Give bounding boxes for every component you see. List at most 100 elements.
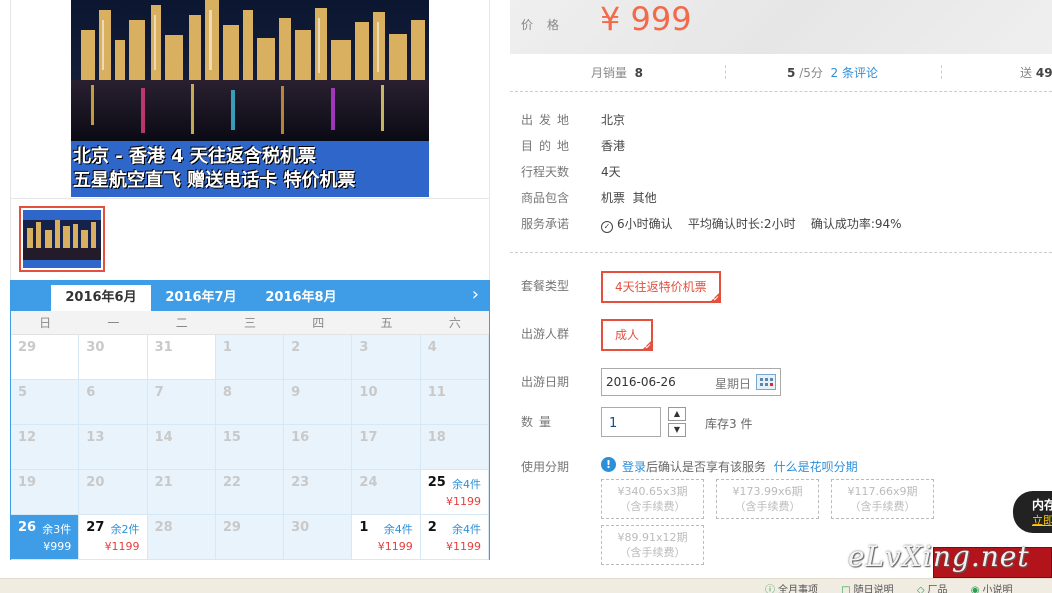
day-number: 24: [359, 475, 378, 490]
login-link[interactable]: 登录: [622, 460, 646, 474]
calendar-day[interactable]: 1 余4件 ¥1199: [352, 515, 421, 560]
duration-value: 4天: [601, 165, 621, 179]
footer-link[interactable]: ⓘ 全月事项: [765, 585, 828, 593]
day-number: 31: [154, 340, 173, 355]
floating-promo-tab[interactable]: 内存 立即: [1013, 491, 1052, 533]
day-stock: 余4件: [383, 523, 413, 536]
day-number: 1: [359, 520, 369, 535]
day-number: 13: [86, 430, 105, 445]
installment-option-6[interactable]: ¥173.99x6期 （含手续费）: [716, 479, 819, 519]
reviews-link[interactable]: 2 条评论: [831, 66, 878, 80]
installment-option-12[interactable]: ¥89.91x12期 （含手续费）: [601, 525, 704, 565]
quantity-value: 1: [609, 416, 618, 431]
calendar-day: 31: [147, 335, 216, 380]
calendar-day: 30: [284, 515, 353, 560]
day-number: 29: [222, 520, 241, 535]
calendar-day: 9: [284, 380, 353, 425]
points-value: 499: [1035, 66, 1052, 80]
quantity-input[interactable]: 1: [601, 407, 661, 437]
huabei-info-link[interactable]: 什么是花呗分期: [774, 460, 858, 474]
installment-note: （含手续费）: [734, 500, 801, 513]
site-watermark: eLvXing.net: [848, 540, 1030, 573]
package-label: 套餐类型: [521, 279, 570, 293]
promise-value: 6小时确认 平均确认时长:2小时 确认成功率:94%: [617, 217, 902, 231]
day-number: 16: [291, 430, 310, 445]
installment-option-9[interactable]: ¥117.66x9期 （含手续费）: [831, 479, 934, 519]
calendar-day[interactable]: 27 余2件 ¥1199: [79, 515, 148, 560]
calendar-day: 12: [11, 425, 80, 470]
calendar-day-selected[interactable]: 26 余3件 ¥999: [11, 515, 80, 560]
chevron-up-icon[interactable]: ▲: [668, 407, 686, 421]
info-circle-icon: ⓘ: [765, 585, 775, 593]
price-calendar: 2016年6月 2016年7月 2016年8月 › 日 一 二 三 四 五 六 …: [10, 280, 490, 560]
day-price: ¥1199: [445, 540, 481, 553]
calendar-day: 30: [79, 335, 148, 380]
thumbnail-1[interactable]: [19, 206, 105, 272]
day-number: 1: [222, 340, 232, 355]
day-number: 17: [359, 430, 378, 445]
day-price: ¥1199: [104, 540, 140, 553]
calendar-icon[interactable]: [756, 374, 776, 390]
installment-option-3[interactable]: ¥340.65x3期 （含手续费）: [601, 479, 704, 519]
day-price: ¥999: [43, 540, 72, 553]
day-number: 25: [427, 475, 446, 490]
duration-label: 行程天数: [521, 165, 570, 179]
calendar-day: 2: [284, 335, 353, 380]
day-number: 18: [427, 430, 446, 445]
departure-label: 出发地: [521, 113, 576, 127]
day-number: 30: [86, 340, 105, 355]
day-stock: 余4件: [451, 478, 481, 491]
day-number: 4: [427, 340, 437, 355]
points-label: 送: [1020, 66, 1033, 80]
package-option[interactable]: 4天往返特价机票: [601, 271, 721, 303]
floating-tab-line1: 内存: [1032, 498, 1052, 512]
calendar-day[interactable]: 25 余4件 ¥1199: [420, 470, 489, 515]
doc-icon: □: [841, 585, 851, 593]
caption-line-2: 五星航空直飞 赠送电话卡 特价机票: [73, 170, 356, 191]
weekday-label: 五: [380, 316, 393, 330]
tab-month-2[interactable]: 2016年7月: [156, 285, 246, 311]
installment-note: （含手续费）: [619, 500, 686, 513]
check-corner-icon: [710, 293, 719, 301]
price-label: 价格: [521, 18, 574, 32]
day-number: 26: [18, 520, 37, 535]
installment-note: （含手续费）: [619, 546, 686, 559]
calendar-day: 3: [352, 335, 421, 380]
monthly-sales: 月销量 8: [591, 64, 643, 81]
product-main-image[interactable]: 北京 - 香港 4 天往返含税机票 五星航空直飞 赠送电话卡 特价机票: [71, 0, 429, 197]
traveler-option[interactable]: 成人: [601, 319, 654, 351]
travel-date-input[interactable]: 2016-06-26 星期日: [601, 368, 781, 396]
day-number: 9: [291, 385, 301, 400]
day-number: 21: [154, 475, 173, 490]
footer-link[interactable]: ◉ 小说明: [971, 585, 1023, 593]
includes-value: 机票 其他: [601, 191, 657, 205]
tab-month-1[interactable]: 2016年6月: [51, 285, 151, 311]
day-number: 12: [18, 430, 37, 445]
calendar-grid: 29 30 31 1 2 3 4 5 6 7 8 9 10 11 12 13 14 15 16 17 18 19 20 21 2…: [11, 335, 489, 560]
chevron-right-icon[interactable]: ›: [472, 284, 479, 305]
points: 送 499: [1020, 64, 1052, 81]
chevron-down-icon[interactable]: ▼: [668, 423, 686, 437]
tab-month-3[interactable]: 2016年8月: [256, 285, 346, 311]
calendar-day: 28: [147, 515, 216, 560]
floating-tab-link[interactable]: 立即: [1032, 512, 1052, 528]
installment-amount: ¥340.65x3期: [617, 485, 688, 498]
qty-label: 数量: [521, 415, 558, 429]
day-number: 20: [86, 475, 105, 490]
section-divider: [510, 252, 1052, 253]
weekday-label: 日: [39, 316, 52, 330]
day-number: 2: [291, 340, 301, 355]
calendar-day: 24: [352, 470, 421, 515]
calendar-day[interactable]: 2 余4件 ¥1199: [420, 515, 489, 560]
stat-divider: [941, 65, 942, 79]
footer-link[interactable]: □ 随日说明: [841, 585, 903, 593]
calendar-day: 14: [147, 425, 216, 470]
calendar-day: 29: [215, 515, 285, 560]
gallery-divider: [10, 198, 490, 199]
calendar-day: 5: [11, 380, 80, 425]
footer-link[interactable]: ◇ 厂品: [917, 585, 958, 593]
calendar-day: 23: [284, 470, 353, 515]
day-number: 14: [154, 430, 173, 445]
date-weekday: 星期日: [715, 377, 752, 391]
price-value: ¥ 999: [600, 0, 692, 38]
